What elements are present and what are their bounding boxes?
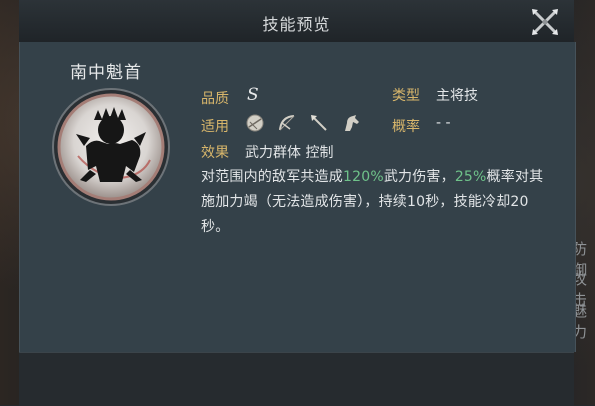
chance-percent: 25% xyxy=(454,169,487,185)
description-text-1: 对范围内的敌军共造成 xyxy=(201,169,343,185)
chance-label: 概率 xyxy=(392,119,420,135)
skill-description: 对范围内的敌军共造成120%武力伤害，25%概率对其施加力竭（无法造成伤害），持… xyxy=(201,165,553,240)
type-label: 类型 xyxy=(392,88,420,104)
dialog-header: 技能预览 xyxy=(19,0,574,43)
damage-percent: 120% xyxy=(343,169,384,185)
close-button[interactable] xyxy=(527,4,563,40)
type-value: 主将技 xyxy=(436,88,478,104)
applies-label: 适用 xyxy=(201,119,229,135)
quality-value: S xyxy=(247,85,259,105)
effect-label: 效果 xyxy=(201,145,229,161)
dialog-title: 技能预览 xyxy=(262,15,331,34)
close-x-icon xyxy=(532,9,558,35)
quality-label: 品质 xyxy=(201,91,229,107)
shield-icon xyxy=(245,113,265,133)
spear-icon xyxy=(309,113,329,133)
chance-value: - - xyxy=(436,115,451,131)
skill-name: 南中魁首 xyxy=(70,63,142,83)
skill-portrait xyxy=(50,86,172,208)
applicable-units xyxy=(245,113,361,133)
bow-icon xyxy=(277,113,297,133)
bottom-bar xyxy=(19,352,574,406)
horse-icon xyxy=(341,113,361,133)
description-text-2: 武力伤害， xyxy=(383,169,455,185)
effect-tags: 武力群体 控制 xyxy=(245,145,334,161)
